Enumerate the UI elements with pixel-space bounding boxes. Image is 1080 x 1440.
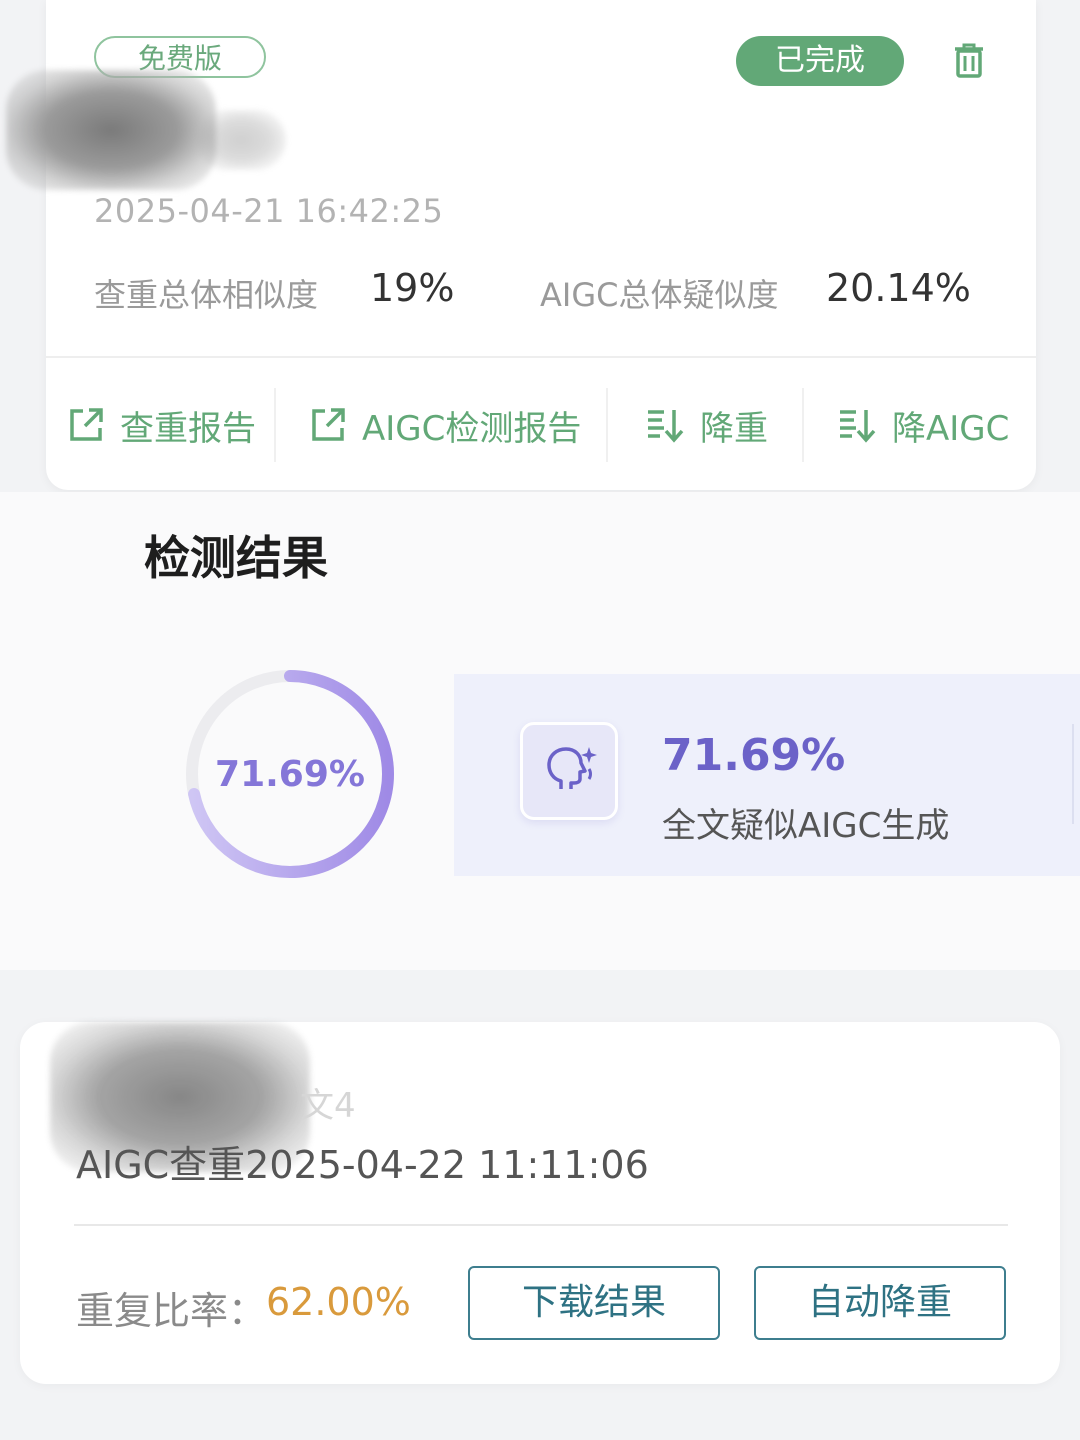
sort-down-icon [648, 410, 684, 443]
report-card-1: 免费版 已完成 2025-04-21 16:42:25 查重总体相似度 19% … [6, 0, 1036, 490]
auto-reduce-button[interactable]: 自动降重 [754, 1266, 1006, 1340]
document-title-fragment: 文4 [300, 1086, 356, 1126]
duplicate-ratio-label: 重复比率： [76, 1289, 267, 1333]
section-title: 检测结果 [144, 531, 328, 585]
created-timestamp: 2025-04-21 16:42:25 [94, 192, 444, 230]
box-edge-divider [1072, 724, 1074, 824]
detection-result-section: 检测结果 71.69% 71.69% 全文疑似AIGC生成 [0, 492, 1080, 970]
aigc-report-button[interactable]: AIGC检测报告 [310, 400, 581, 450]
redacted-title [6, 70, 216, 190]
aigc-summary-box: 71.69% 全文疑似AIGC生成 [454, 674, 1080, 876]
check-timestamp: AIGC查重2025-04-22 11:11:06 [76, 1143, 649, 1187]
external-link-icon [70, 408, 103, 441]
divider [74, 1224, 1008, 1226]
aigc-suspicion-label: AIGC总体疑似度 [540, 276, 779, 314]
sort-down-icon [840, 410, 876, 443]
trash-icon[interactable] [952, 42, 986, 78]
plagiarism-report-label: 查重报告 [120, 408, 256, 449]
reduce-duplication-button[interactable]: 降重 [646, 400, 768, 450]
divider [46, 356, 1036, 358]
action-separator [606, 388, 608, 462]
aigc-report-label: AIGC检测报告 [362, 408, 582, 449]
ring-percentage: 71.69% [215, 754, 365, 795]
ai-voice-icon [520, 722, 618, 820]
plagiarism-similarity-value: 19% [370, 266, 455, 310]
aigc-description: 全文疑似AIGC生成 [662, 806, 950, 846]
duplicate-ratio-value: 62.00% [266, 1280, 411, 1324]
aigc-suspicion-value: 20.14% [826, 266, 971, 310]
reduce-aigc-button[interactable]: 降AIGC [838, 400, 1009, 450]
aigc-percentage: 71.69% [662, 730, 846, 781]
action-separator [802, 388, 804, 462]
download-results-button[interactable]: 下载结果 [468, 1266, 720, 1340]
reduce-duplication-label: 降重 [700, 408, 768, 449]
external-link-icon [312, 408, 345, 441]
report-card-2: 文4 AIGC查重2025-04-22 11:11:06 重复比率： 62.00… [20, 1022, 1060, 1384]
action-separator [274, 388, 276, 462]
status-badge: 已完成 [736, 36, 904, 86]
redacted-title-tail [196, 110, 286, 170]
reduce-aigc-label: 降AIGC [892, 408, 1010, 449]
plagiarism-report-button[interactable]: 查重报告 [68, 400, 256, 450]
plagiarism-similarity-label: 查重总体相似度 [94, 276, 319, 314]
